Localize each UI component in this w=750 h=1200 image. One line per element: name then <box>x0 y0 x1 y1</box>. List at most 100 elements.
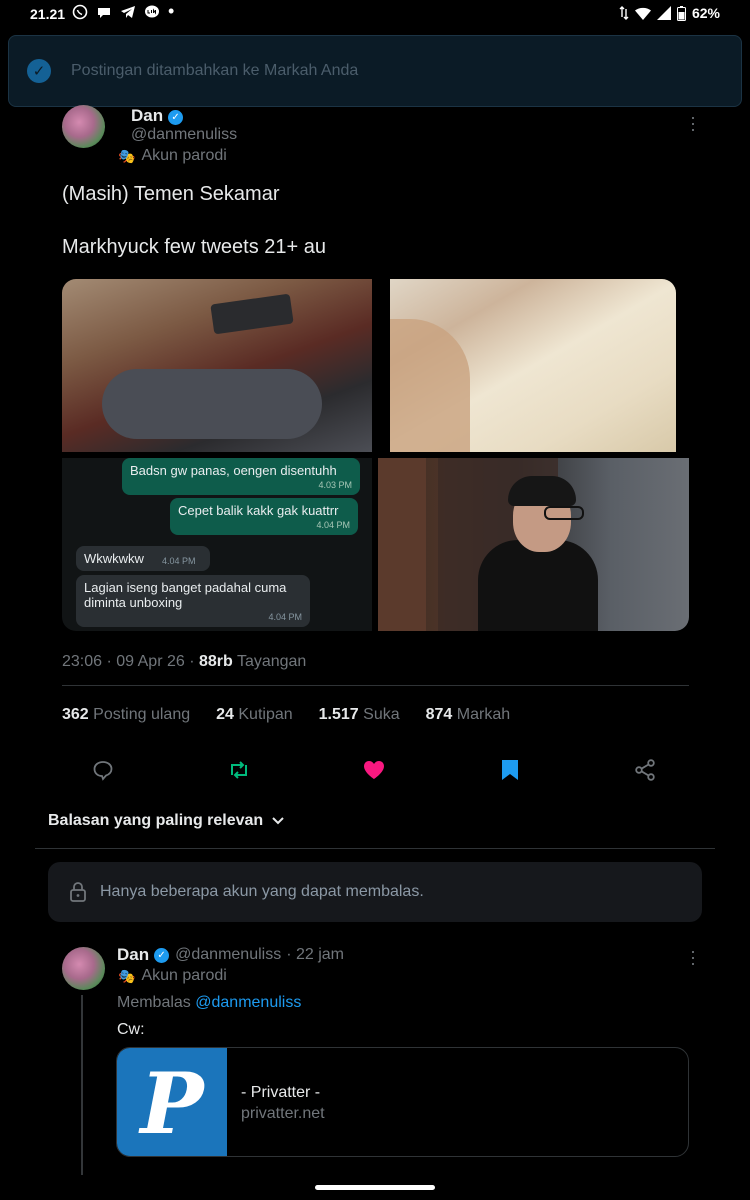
verified-badge-icon: ✓ <box>168 110 184 125</box>
status-bar: 21.21 • 62% <box>0 0 750 30</box>
post-image-chat-screenshot[interactable]: Badsn gw panas, oengen disentuhh 4.03 PM… <box>62 458 372 631</box>
quotes-stat[interactable]: 24 Kutipan <box>216 706 293 724</box>
data-arrows-icon <box>619 6 629 20</box>
likes-count: 1.517 <box>318 706 359 723</box>
chat-time: 4.04 PM <box>161 556 196 566</box>
lock-icon <box>70 882 86 902</box>
share-icon <box>635 759 655 781</box>
reply-button[interactable] <box>88 755 118 785</box>
chat-time: 4.03 PM <box>318 480 352 490</box>
bookmarks-count: 874 <box>425 706 453 723</box>
thread-line <box>81 995 83 1175</box>
battery-icon <box>676 5 686 21</box>
chevron-down-icon <box>272 817 284 825</box>
post-text-line-2: Markhyuck few tweets 21+ au <box>62 236 327 258</box>
chat-bubble-in-2: Lagian iseng banget padahal cuma diminta… <box>76 575 310 627</box>
chat-text: Cepet balik kakk gak kuattrr <box>178 503 339 518</box>
card-title: - Privatter - <box>241 1084 321 1101</box>
replying-to-prefix: Membalas <box>117 994 191 1011</box>
notification-icons: • <box>72 1 175 21</box>
link-preview-card[interactable]: P - Privatter - privatter.net <box>116 1047 689 1157</box>
post-author[interactable]: Dan ✓ <box>131 106 184 126</box>
chat-text: Badsn gw panas, oengen disentuhh <box>130 463 337 478</box>
reply-restriction-notice: Hanya beberapa akun yang dapat membalas. <box>48 862 702 922</box>
chat-time: 4.04 PM <box>268 612 302 622</box>
divider <box>35 848 715 849</box>
reposts-label: Posting ulang <box>93 706 191 723</box>
reply-author-name[interactable]: Dan <box>117 945 149 965</box>
reply-icon <box>93 761 113 781</box>
parody-label: 🎭 Akun parodi <box>118 147 227 165</box>
chat-icon <box>98 8 110 18</box>
likes-label: Suka <box>363 706 400 723</box>
likes-stat[interactable]: 1.517 Suka <box>319 706 400 724</box>
author-handle[interactable]: @danmenuliss <box>131 126 237 144</box>
post-timestamp: 23:06 · 09 Apr 26 · 88rb Tayangan <box>62 653 306 671</box>
card-domain: privatter.net <box>241 1105 325 1122</box>
like-button[interactable] <box>359 755 389 785</box>
logo-letter: P <box>140 1053 204 1153</box>
chat-bubble-out-2: Cepet balik kakk gak kuattrr 4.04 PM <box>170 498 358 535</box>
check-icon: ✓ <box>27 59 51 83</box>
chat-bubble-out-1: Badsn gw panas, oengen disentuhh 4.03 PM <box>122 458 360 495</box>
bookmarks-stat[interactable]: 874 Markah <box>426 706 511 724</box>
parody-mask-icon: 🎭 <box>118 967 136 984</box>
divider <box>62 685 689 686</box>
sort-label: Balasan yang paling relevan <box>48 812 264 829</box>
reposts-stat[interactable]: 362 Posting ulang <box>62 706 190 724</box>
post-image-4[interactable] <box>378 458 689 631</box>
wifi-icon <box>634 7 651 20</box>
replying-to-handle-link[interactable]: @danmenuliss <box>195 994 301 1011</box>
replying-to: Membalas @danmenuliss <box>117 994 301 1012</box>
toast-message: Postingan ditambahkan ke Markah Anda <box>71 62 359 79</box>
replies-sort-dropdown[interactable]: Balasan yang paling relevan <box>48 812 285 830</box>
telegram-icon <box>121 6 135 18</box>
reply-parody-label: 🎭 Akun parodi <box>118 967 227 985</box>
post-text-line-1: (Masih) Temen Sekamar <box>62 183 280 205</box>
reply-more-options-icon[interactable]: · · · <box>690 942 696 972</box>
chat-time: 4.04 PM <box>316 520 350 530</box>
restriction-text: Hanya beberapa akun yang dapat membalas. <box>100 883 424 900</box>
whatsapp-icon <box>72 4 88 20</box>
verified-badge-icon: ✓ <box>154 947 170 963</box>
bookmark-toast[interactable]: ✓ Postingan ditambahkan ke Markah Anda <box>8 35 742 107</box>
reply-author-handle[interactable]: @danmenuliss <box>175 946 281 964</box>
privatter-logo: P <box>117 1048 227 1156</box>
battery-percent: 62% <box>691 5 720 21</box>
chat-bubble-in-1: Wkwkwkw 4.04 PM <box>76 546 210 571</box>
post-stats: 362 Posting ulang 24 Kutipan 1.517 Suka … <box>62 706 510 724</box>
parody-text: Akun parodi <box>141 147 227 164</box>
bookmark-icon <box>502 760 518 780</box>
reply-header: Dan ✓ @danmenuliss · 22 jam <box>117 945 344 965</box>
views-count: 88rb <box>198 653 233 670</box>
repost-icon <box>231 761 247 779</box>
heart-icon <box>364 761 384 779</box>
status-time: 21.21 <box>30 6 66 22</box>
parody-text: Akun parodi <box>141 967 227 984</box>
post-image-1[interactable] <box>62 279 372 452</box>
chat-text: Wkwkwkw <box>84 551 144 566</box>
more-options-icon[interactable]: · · · <box>690 108 696 138</box>
views-label: Tayangan <box>236 653 307 670</box>
chat-text: Lagian iseng banget padahal cuma diminta… <box>84 580 287 610</box>
repost-button[interactable] <box>224 755 254 785</box>
author-name[interactable]: Dan <box>131 106 163 125</box>
reposts-count: 362 <box>62 706 89 723</box>
share-button[interactable] <box>630 755 660 785</box>
quotes-label: Kutipan <box>238 706 293 723</box>
avatar[interactable] <box>62 105 105 148</box>
bookmarks-label: Markah <box>456 706 511 723</box>
more-notifications-dot: • <box>168 1 175 21</box>
reply-avatar[interactable] <box>62 947 105 990</box>
timestamp-text: 23:06 · 09 Apr 26 · <box>62 653 199 670</box>
signal-icon <box>656 6 671 20</box>
line-icon <box>145 5 159 18</box>
system-status: 62% <box>619 5 720 21</box>
post-image-2[interactable] <box>390 279 676 452</box>
parody-mask-icon: 🎭 <box>118 147 136 164</box>
bookmark-button[interactable] <box>495 755 525 785</box>
reply-time: · 22 jam <box>286 946 344 963</box>
quotes-count: 24 <box>216 706 234 723</box>
reply-text: Cw: <box>117 1021 145 1038</box>
home-indicator[interactable] <box>315 1185 435 1190</box>
